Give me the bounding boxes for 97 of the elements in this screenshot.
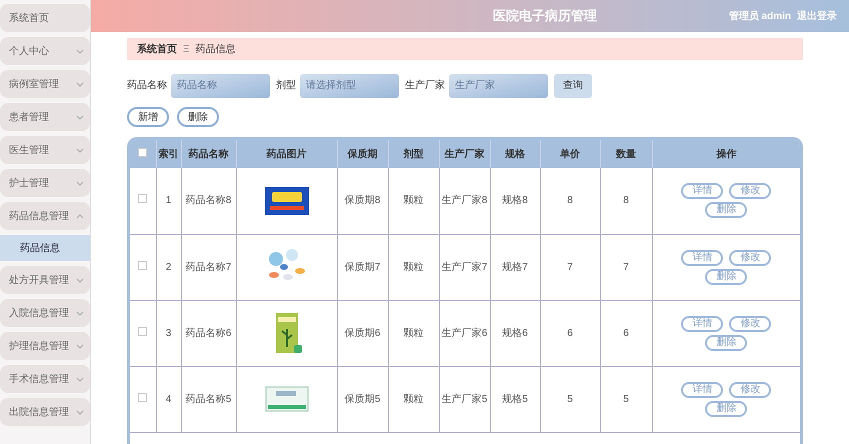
table-cell: 颗粒 (388, 300, 439, 366)
sidebar-item[interactable]: 药品信息管理 (0, 202, 90, 230)
app-title: 医院电子病历管理 (493, 7, 597, 26)
column-header: 单价 (540, 140, 600, 168)
column-header: 药品图片 (236, 140, 337, 168)
table-cell: 生产厂家8 (439, 168, 490, 234)
table-cell: 规格6 (490, 300, 540, 366)
sidebar-item[interactable]: 手术信息管理 (0, 365, 90, 393)
row-action-button[interactable]: 修改 (729, 382, 772, 398)
column-header: 数量 (600, 140, 652, 168)
table-cell: 8 (600, 168, 652, 234)
table-cell: 生产厂家6 (439, 300, 490, 366)
row-action-button[interactable]: 删除 (705, 268, 748, 284)
table-cell: 保质期5 (337, 366, 388, 432)
sidebar-item[interactable]: 入院信息管理 (0, 299, 90, 327)
caret-icon (76, 114, 84, 120)
table-cell: 颗粒 (388, 168, 439, 234)
caret-icon (76, 344, 84, 348)
row-action-button[interactable]: 删除 (705, 202, 748, 218)
column-header: 规格 (490, 140, 540, 168)
row-action-button[interactable]: 删除 (705, 334, 748, 350)
caret-icon (76, 214, 84, 218)
table-cell: 药品名称6 (181, 300, 236, 366)
row-checkbox[interactable] (138, 392, 148, 402)
row-action-button[interactable]: 详情 (681, 382, 724, 398)
table-cell: 8 (540, 168, 600, 234)
search-button[interactable]: 查询 (554, 74, 592, 98)
caret-icon (76, 48, 84, 54)
search-field[interactable]: 生产厂家 (449, 74, 548, 98)
row-action-button[interactable]: 修改 (729, 250, 772, 266)
sidebar-item[interactable]: 出院信息管理 (0, 398, 90, 426)
sidebar-item[interactable]: 个人中心 (0, 37, 90, 65)
caret-icon (76, 376, 84, 382)
search-field[interactable]: 药品名称 (171, 74, 270, 98)
column-header: 索引 (156, 140, 181, 168)
sidebar-item[interactable]: 患者管理 (0, 103, 90, 131)
sidebar-item[interactable]: 医生管理 (0, 136, 90, 164)
table-cell: 6 (600, 300, 652, 366)
caret-icon (76, 278, 84, 282)
sidebar-item[interactable]: 系统首页 (0, 4, 90, 32)
row-action-button[interactable]: 详情 (681, 250, 724, 266)
search-label: 剂型 (276, 78, 296, 93)
table-cell: 5 (600, 366, 652, 432)
row-checkbox[interactable] (138, 260, 148, 270)
caret-icon (76, 82, 84, 86)
column-header: 药品名称 (181, 140, 236, 168)
select-all-checkbox[interactable] (138, 148, 148, 156)
sidebar-item[interactable]: 护理信息管理 (0, 332, 90, 360)
table-cell: 保质期7 (337, 234, 388, 300)
caret-icon (76, 148, 84, 152)
table-cell: 保质期8 (337, 168, 388, 234)
sidebar-subitem[interactable]: 药品信息 (0, 235, 90, 261)
row-action-button[interactable]: 修改 (729, 183, 772, 200)
sidebar-item[interactable]: 护士管理 (0, 169, 90, 197)
search-label: 生产厂家 (405, 78, 445, 93)
table-cell: 7 (600, 234, 652, 300)
user-label: 管理员 admin (728, 10, 791, 24)
table-cell: 生产厂家5 (439, 366, 490, 432)
table-cell: 生产厂家7 (439, 234, 490, 300)
table-cell: 药品名称8 (181, 168, 236, 234)
table-cell: 药品名称5 (181, 366, 236, 432)
sidebar-item[interactable]: 病例室管理 (0, 70, 90, 98)
row-action-button[interactable]: 删除 (705, 400, 748, 416)
row-action-button[interactable]: 详情 (681, 183, 724, 200)
table-cell: 6 (540, 300, 600, 366)
table-cell: 规格8 (490, 168, 540, 234)
table-cell: 3 (156, 300, 181, 366)
row-checkbox[interactable] (138, 194, 148, 204)
column-header: 生产厂家 (439, 140, 490, 168)
table-cell: 保质期6 (337, 300, 388, 366)
table-cell: 颗粒 (388, 366, 439, 432)
table-cell: 2 (156, 234, 181, 300)
search-field[interactable]: 请选择剂型 (300, 74, 399, 98)
column-header: 剂型 (388, 140, 439, 168)
row-checkbox[interactable] (138, 326, 148, 336)
row-action-button[interactable]: 详情 (681, 316, 724, 332)
table-cell: 规格7 (490, 234, 540, 300)
table-cell: 5 (540, 366, 600, 432)
caret-icon (76, 310, 84, 316)
caret-icon (76, 180, 84, 186)
breadcrumb-current: 药品信息 (196, 42, 236, 56)
action-button[interactable]: 新增 (127, 107, 169, 127)
caret-icon (76, 410, 84, 414)
table-cell: 4 (156, 366, 181, 432)
breadcrumb-link[interactable]: 系统首页 (137, 42, 177, 56)
column-header: 保质期 (337, 140, 388, 168)
action-button[interactable]: 删除 (177, 107, 219, 127)
row-action-button[interactable]: 修改 (729, 316, 772, 332)
column-header: 操作 (652, 140, 800, 168)
table-cell: 1 (156, 168, 181, 234)
breadcrumb-separator: Ξ (183, 42, 190, 56)
table-cell: 颗粒 (388, 234, 439, 300)
search-label: 药品名称 (127, 78, 167, 93)
table-cell: 7 (540, 234, 600, 300)
table-cell: 药品名称7 (181, 234, 236, 300)
table-cell: 规格5 (490, 366, 540, 432)
sidebar-item[interactable]: 处方开具管理 (0, 266, 90, 294)
